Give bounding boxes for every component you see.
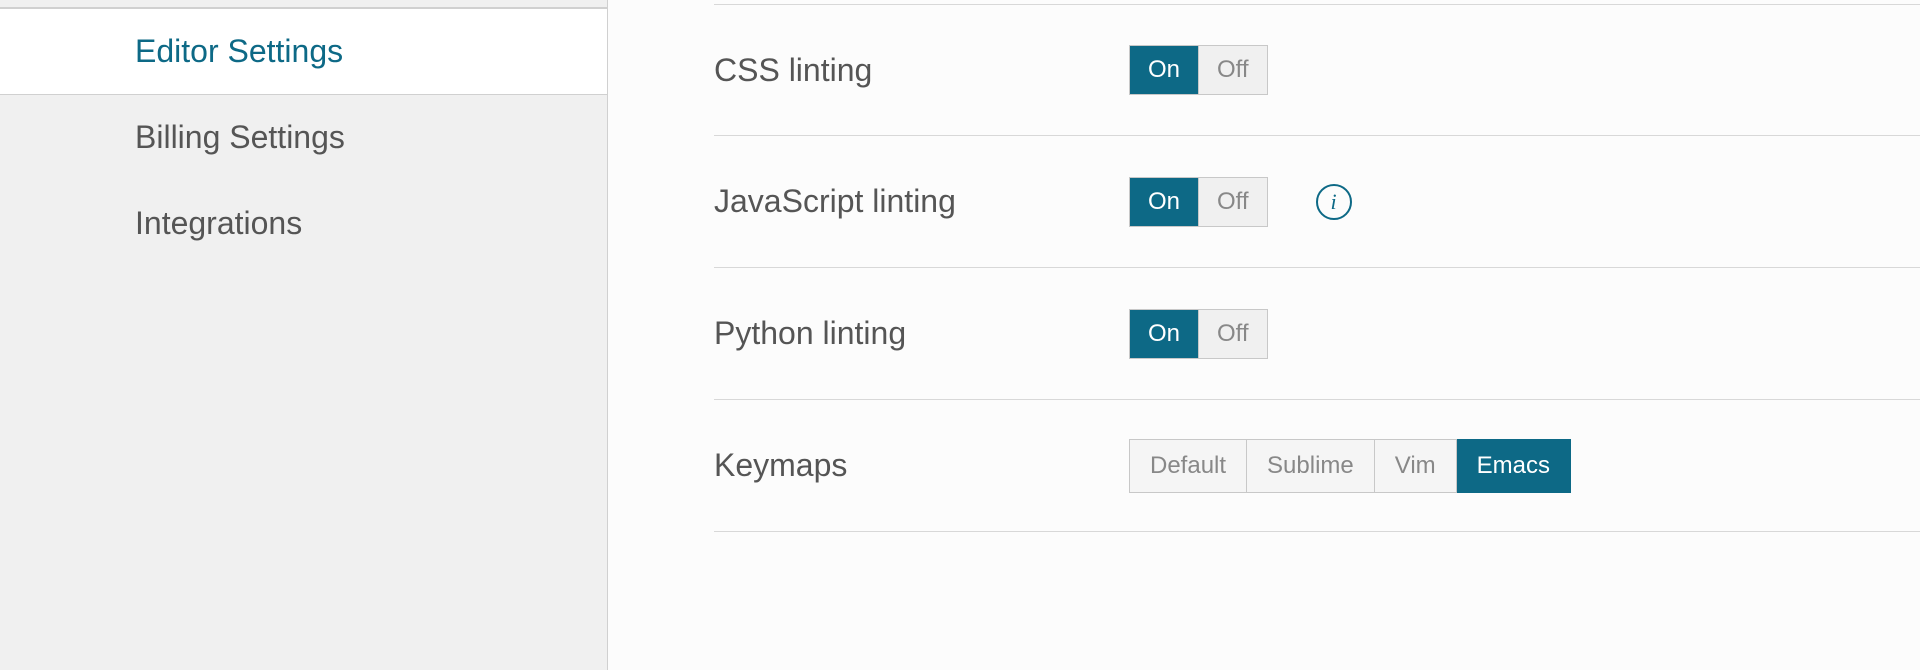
keymap-option-default[interactable]: Default — [1129, 439, 1247, 493]
toggle-off-button[interactable]: Off — [1198, 310, 1267, 358]
toggle-off-button[interactable]: Off — [1198, 178, 1267, 226]
sidebar-top-divider — [0, 0, 607, 8]
setting-label: Keymaps — [714, 447, 1129, 484]
info-icon[interactable]: i — [1316, 184, 1352, 220]
setting-row-js-linting: JavaScript linting On Off i — [714, 136, 1920, 268]
keymap-option-emacs[interactable]: Emacs — [1457, 439, 1571, 493]
toggle-on-button[interactable]: On — [1130, 310, 1198, 358]
sidebar-item-integrations[interactable]: Integrations — [0, 181, 607, 267]
main-content: CSS linting On Off JavaScript linting On… — [608, 0, 1920, 670]
setting-row-python-linting: Python linting On Off — [714, 268, 1920, 400]
sidebar-item-label: Integrations — [135, 205, 302, 241]
toggle-css-linting: On Off — [1129, 45, 1268, 95]
setting-row-css-linting: CSS linting On Off — [714, 4, 1920, 136]
sidebar: Editor Settings Billing Settings Integra… — [0, 0, 608, 670]
keymap-option-vim[interactable]: Vim — [1375, 439, 1457, 493]
toggle-on-button[interactable]: On — [1130, 178, 1198, 226]
info-glyph: i — [1331, 191, 1337, 213]
sidebar-item-billing-settings[interactable]: Billing Settings — [0, 95, 607, 181]
toggle-off-button[interactable]: Off — [1198, 46, 1267, 94]
setting-label: Python linting — [714, 315, 1129, 352]
setting-label: JavaScript linting — [714, 183, 1129, 220]
setting-row-keymaps: Keymaps Default Sublime Vim Emacs — [714, 400, 1920, 532]
sidebar-item-editor-settings[interactable]: Editor Settings — [0, 8, 607, 95]
toggle-on-button[interactable]: On — [1130, 46, 1198, 94]
setting-label: CSS linting — [714, 52, 1129, 89]
sidebar-item-label: Billing Settings — [135, 119, 345, 155]
toggle-python-linting: On Off — [1129, 309, 1268, 359]
toggle-js-linting: On Off — [1129, 177, 1268, 227]
keymap-option-sublime[interactable]: Sublime — [1247, 439, 1375, 493]
sidebar-item-label: Editor Settings — [135, 33, 343, 69]
keymap-group: Default Sublime Vim Emacs — [1129, 439, 1571, 493]
